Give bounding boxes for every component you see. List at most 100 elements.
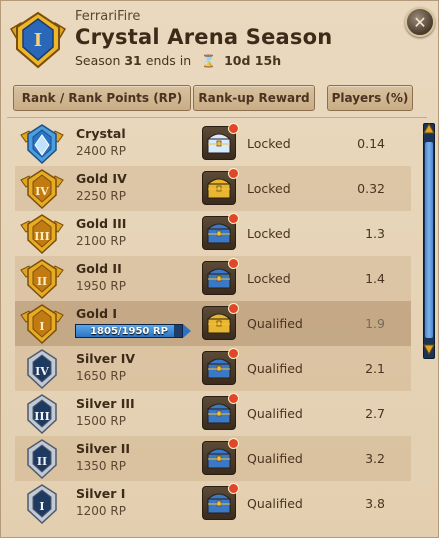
rank-row[interactable]: IV Silver IV 1650 RP Qualified 2.1	[15, 346, 411, 391]
notification-badge	[228, 483, 239, 494]
rank-name: Gold III	[76, 216, 127, 231]
gold-one-rank-icon: I	[9, 11, 67, 69]
reward-status: Locked	[247, 136, 291, 151]
divider	[7, 117, 427, 118]
close-button[interactable]: ✕	[405, 7, 435, 37]
reward-status: Qualified	[247, 451, 303, 466]
scrollbar-thumb[interactable]	[425, 142, 433, 338]
reward-chest-button[interactable]	[202, 213, 239, 250]
rank-row[interactable]: II Silver II 1350 RP Qualified 3.2	[15, 436, 411, 481]
players-percent: 3.2	[365, 451, 385, 466]
gold-iv-rank-icon: IV	[20, 169, 64, 210]
reward-chest-button[interactable]	[202, 348, 239, 385]
rank-list: Crystal 2400 RP Locked 0.14 IV Gold IV 2…	[15, 121, 411, 526]
reward-status: Qualified	[247, 406, 303, 421]
silver-iv-rank-icon: IV	[27, 349, 57, 390]
silver-iii-rank-icon: III	[27, 394, 57, 435]
season-timer: 10d 15h	[224, 53, 282, 68]
rank-points: 1350 RP	[76, 459, 126, 473]
players-percent: 1.9	[365, 316, 385, 331]
notification-badge	[228, 303, 239, 314]
season-panel: I FerrariFire Crystal Arena Season Seaso…	[0, 0, 439, 538]
reward-chest-button[interactable]	[202, 168, 239, 205]
reward-status: Qualified	[247, 496, 303, 511]
rank-name: Silver I	[76, 486, 126, 501]
reward-status: Locked	[247, 271, 291, 286]
svg-text:I: I	[34, 30, 42, 51]
player-name: FerrariFire	[75, 9, 141, 24]
players-percent: 2.7	[365, 406, 385, 421]
svg-text:III: III	[34, 410, 49, 423]
reward-chest-button[interactable]	[202, 483, 239, 520]
rank-name: Crystal	[76, 126, 126, 141]
rank-progress-text: 1805/1950 RP	[90, 325, 168, 337]
reward-chest-button[interactable]	[202, 303, 239, 340]
rank-row[interactable]: IV Gold IV 2250 RP Locked 0.32	[15, 166, 411, 211]
reward-status: Locked	[247, 181, 291, 196]
rank-points: 1950 RP	[76, 279, 126, 293]
notification-badge	[228, 123, 239, 134]
rank-row[interactable]: Crystal 2400 RP Locked 0.14	[15, 121, 411, 166]
rank-points: 1650 RP	[76, 369, 126, 383]
scroll-down-arrow-icon[interactable]	[423, 343, 435, 355]
rank-row[interactable]: I Gold I 1805/1950 RP Qualified 1.9	[15, 301, 411, 346]
notification-badge	[228, 438, 239, 449]
rank-name: Silver IV	[76, 351, 136, 366]
svg-text:I: I	[39, 500, 44, 513]
season-number: 31	[124, 53, 142, 68]
svg-text:I: I	[39, 320, 44, 333]
rank-name: Gold I	[76, 306, 118, 321]
rank-points: 2400 RP	[76, 144, 126, 158]
rank-progress-bar: 1805/1950 RP	[75, 324, 183, 338]
rank-points: 2250 RP	[76, 189, 126, 203]
reward-chest-button[interactable]	[202, 258, 239, 295]
reward-chest-button[interactable]	[202, 393, 239, 430]
gold-iii-rank-icon: III	[20, 214, 64, 255]
rank-name: Gold II	[76, 261, 122, 276]
ends-in-label: ends in	[145, 53, 192, 68]
crystal-rank-icon	[20, 124, 64, 165]
notification-badge	[228, 168, 239, 179]
scrollbar[interactable]	[423, 123, 435, 359]
svg-text:IV: IV	[35, 185, 49, 198]
reward-chest-button[interactable]	[202, 438, 239, 475]
tab-players[interactable]: Players (%)	[327, 85, 413, 111]
rank-points: 2100 RP	[76, 234, 126, 248]
notification-badge	[228, 348, 239, 359]
rank-row[interactable]: III Silver III 1500 RP Qualified 2.7	[15, 391, 411, 436]
players-percent: 2.1	[365, 361, 385, 376]
reward-status: Qualified	[247, 316, 303, 331]
gold-i-rank-icon: I	[20, 304, 64, 345]
notification-badge	[228, 393, 239, 404]
players-percent: 0.14	[357, 136, 385, 151]
players-percent: 1.4	[365, 271, 385, 286]
svg-text:III: III	[34, 230, 49, 243]
rank-name: Silver III	[76, 396, 135, 411]
players-percent: 1.3	[365, 226, 385, 241]
players-percent: 3.8	[365, 496, 385, 511]
rank-row[interactable]: III Gold III 2100 RP Locked 1.3	[15, 211, 411, 256]
rank-name: Gold IV	[76, 171, 127, 186]
tab-reward[interactable]: Rank-up Reward	[193, 85, 315, 111]
rank-row[interactable]: I Silver I 1200 RP Qualified 3.8	[15, 481, 411, 526]
reward-chest-button[interactable]	[202, 123, 239, 160]
silver-ii-rank-icon: II	[27, 439, 57, 480]
progress-arrow-icon	[183, 324, 191, 338]
notification-badge	[228, 258, 239, 269]
season-label: Season	[75, 53, 121, 68]
silver-i-rank-icon: I	[27, 484, 57, 525]
reward-status: Qualified	[247, 361, 303, 376]
rank-name: Silver II	[76, 441, 131, 456]
svg-text:II: II	[37, 455, 47, 468]
hourglass-icon: ⌛	[201, 54, 217, 68]
page-title: Crystal Arena Season	[75, 25, 333, 49]
notification-badge	[228, 213, 239, 224]
rank-points: 1500 RP	[76, 414, 126, 428]
season-info: Season 31 ends in ⌛ 10d 15h	[75, 53, 281, 68]
reward-status: Locked	[247, 226, 291, 241]
scroll-up-arrow-icon[interactable]	[423, 123, 435, 135]
svg-text:IV: IV	[35, 365, 49, 378]
players-percent: 0.32	[357, 181, 385, 196]
rank-row[interactable]: II Gold II 1950 RP Locked 1.4	[15, 256, 411, 301]
tab-rank[interactable]: Rank / Rank Points (RP)	[13, 85, 191, 111]
